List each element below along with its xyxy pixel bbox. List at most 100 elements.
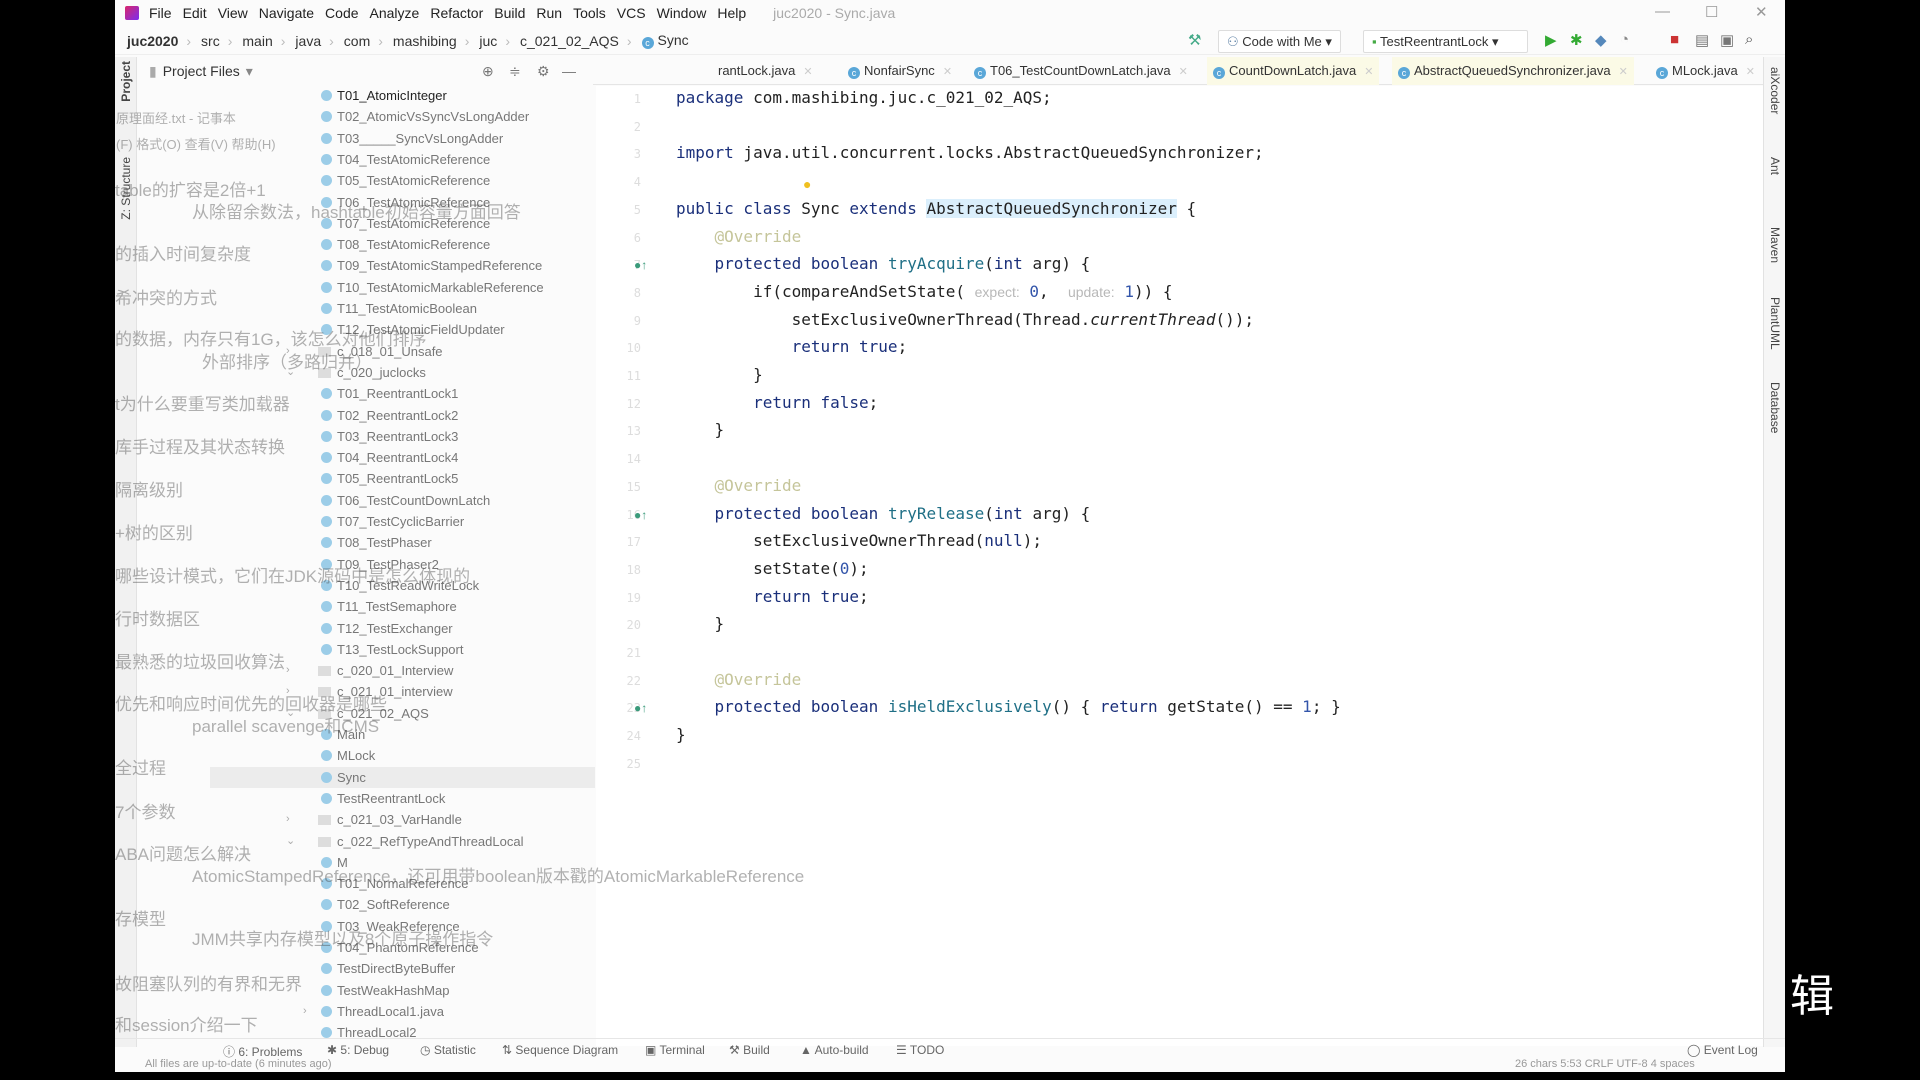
menu-code[interactable]: Code	[325, 5, 358, 21]
tab-rantlock-java[interactable]: rantLock.java ✕	[712, 57, 819, 85]
chevron-right-icon[interactable]: ›	[286, 341, 290, 362]
project-view-select[interactable]: Project Files	[163, 63, 240, 79]
profile-icon[interactable]: ◔	[1620, 31, 1629, 48]
tool-5-debug[interactable]: ✱ 5: Debug	[327, 1043, 389, 1057]
chevron-right-icon[interactable]: ›	[286, 809, 290, 830]
settings-gear-icon[interactable]: ⚙	[537, 63, 550, 80]
chevron-down-icon[interactable]: ⌄	[286, 362, 295, 383]
code-line[interactable]: setExclusiveOwnerThread(Thread.currentTh…	[676, 310, 1254, 329]
coverage-icon[interactable]: ◆	[1595, 31, 1607, 49]
tool-tab-maven[interactable]: Maven	[1768, 227, 1782, 263]
code-line[interactable]: }	[676, 614, 725, 633]
breadcrumb-item[interactable]: c_021_02_AQS	[520, 33, 619, 49]
tab-t06-testcountdownlatch-java[interactable]: c T06_TestCountDownLatch.java ✕	[968, 57, 1194, 85]
code-line[interactable]: import java.util.concurrent.locks.Abstra…	[676, 143, 1264, 162]
code-line[interactable]: protected boolean isHeldExclusively() { …	[676, 697, 1341, 716]
code-line[interactable]: public class Sync extends AbstractQueued…	[676, 198, 1196, 218]
maximize-icon[interactable]: ☐	[1705, 3, 1718, 21]
override-marker-icon[interactable]: ●↑	[634, 701, 647, 715]
menu-tools[interactable]: Tools	[573, 5, 606, 21]
code-line[interactable]: }	[676, 365, 763, 384]
tool-tab-aixcoder[interactable]: aiXcoder	[1768, 67, 1782, 114]
tool-todo[interactable]: ☰ TODO	[896, 1043, 944, 1057]
tab-close-icon[interactable]: ✕	[1619, 66, 1628, 78]
tool-statistic[interactable]: ◷ Statistic	[420, 1043, 476, 1057]
override-marker-icon[interactable]: ●↑	[634, 508, 647, 522]
stop-icon[interactable]: ■	[1670, 31, 1679, 48]
breadcrumb-item[interactable]: juc	[479, 33, 497, 49]
code-line[interactable]: }	[676, 725, 686, 744]
menu-edit[interactable]: Edit	[183, 5, 207, 21]
chevron-right-icon[interactable]: ›	[286, 681, 290, 702]
run-icon[interactable]: ▶	[1545, 31, 1557, 49]
tool-tab-plantuml[interactable]: PlantUML	[1768, 297, 1782, 350]
menu-run[interactable]: Run	[536, 5, 562, 21]
menu-build[interactable]: Build	[494, 5, 525, 21]
code-line[interactable]: @Override	[676, 476, 802, 495]
menu-vcs[interactable]: VCS	[617, 5, 646, 21]
tab-abstractqueuedsynchronizer-java[interactable]: c AbstractQueuedSynchronizer.java ✕	[1392, 57, 1634, 85]
menu-window[interactable]: Window	[657, 5, 707, 21]
menu-navigate[interactable]: Navigate	[259, 5, 314, 21]
code-line[interactable]: protected boolean tryRelease(int arg) {	[676, 504, 1091, 523]
code-line[interactable]: @Override	[676, 227, 802, 246]
breadcrumb-item[interactable]: mashibing	[393, 33, 457, 49]
lightbulb-icon[interactable]: ●	[803, 176, 811, 192]
run-config-select[interactable]: ▪ TestReentrantLock ▾	[1363, 30, 1528, 53]
code-line[interactable]: package com.mashibing.juc.c_021_02_AQS;	[676, 88, 1052, 107]
tool-terminal[interactable]: ▣ Terminal	[645, 1043, 705, 1057]
tree-item[interactable]: Sync	[210, 766, 595, 788]
project-structure-icon[interactable]: ▤	[1695, 31, 1709, 49]
breadcrumb-item[interactable]: java	[295, 33, 321, 49]
layout-icon[interactable]: ▣	[1720, 31, 1734, 49]
close-icon[interactable]: ✕	[1755, 3, 1768, 21]
breadcrumb-item[interactable]: juc2020	[127, 33, 178, 49]
minimize-icon[interactable]: —	[1655, 3, 1670, 20]
code-line[interactable]: setState(0);	[676, 559, 869, 578]
chevron-down-icon[interactable]: ⌄	[286, 831, 295, 852]
code-line[interactable]: return false;	[676, 393, 878, 412]
tool-event-log[interactable]: ◯ Event Log	[1687, 1043, 1758, 1057]
tool-auto-build[interactable]: ▲ Auto-build	[800, 1043, 869, 1057]
status-info[interactable]: 26 chars 5:53 CRLF UTF-8 4 spaces	[1515, 1058, 1695, 1070]
tab-close-icon[interactable]: ✕	[1746, 66, 1755, 78]
code-with-me-button[interactable]: ⚇ Code with Me ▾	[1218, 30, 1341, 53]
menu-file[interactable]: File	[149, 5, 172, 21]
override-marker-icon[interactable]: ●↑	[634, 258, 647, 272]
tab-close-icon[interactable]: ✕	[1364, 66, 1373, 78]
menu-refactor[interactable]: Refactor	[430, 5, 483, 21]
code-line[interactable]: setExclusiveOwnerThread(null);	[676, 531, 1042, 550]
tab-close-icon[interactable]: ✕	[803, 66, 812, 78]
code-editor[interactable]: ● ✓ ➚ 1package com.mashibing.juc.c_021_0…	[596, 86, 1785, 1046]
build-hammer-icon[interactable]: ⚒	[1188, 31, 1201, 49]
code-line[interactable]: if(compareAndSetState( expect: 0, update…	[676, 282, 1172, 301]
tab-countdownlatch-java[interactable]: c CountDownLatch.java ✕	[1207, 57, 1380, 85]
breadcrumb-item[interactable]: com	[344, 33, 370, 49]
chevron-right-icon[interactable]: ›	[303, 1001, 307, 1022]
code-line[interactable]: return true;	[676, 337, 908, 356]
code-line[interactable]: @Override	[676, 670, 802, 689]
code-line[interactable]: }	[676, 420, 725, 439]
breadcrumb-item[interactable]: main	[242, 33, 272, 49]
tool-tab-database[interactable]: Database	[1768, 382, 1782, 433]
debug-icon[interactable]: ✱	[1570, 31, 1583, 49]
breadcrumb-item[interactable]: c Sync	[641, 32, 689, 49]
tool-build[interactable]: ⚒ Build	[729, 1043, 770, 1057]
chevron-right-icon[interactable]: ›	[286, 660, 290, 681]
tab-close-icon[interactable]: ✕	[943, 66, 952, 78]
collapse-all-icon[interactable]: ≑	[509, 63, 521, 80]
tab-nonfairsync[interactable]: c NonfairSync ✕	[842, 57, 958, 85]
hide-panel-icon[interactable]: —	[562, 63, 576, 79]
tab-mlock-java[interactable]: c MLock.java ✕	[1650, 57, 1761, 85]
search-icon[interactable]: ⌕	[1745, 31, 1753, 48]
tool-tab-ant[interactable]: Ant	[1768, 157, 1782, 175]
menu-view[interactable]: View	[218, 5, 248, 21]
tool-sequence-diagram[interactable]: ⇅ Sequence Diagram	[502, 1043, 618, 1057]
code-line[interactable]: protected boolean tryAcquire(int arg) {	[676, 254, 1091, 273]
tab-close-icon[interactable]: ✕	[1179, 66, 1188, 78]
menu-analyze[interactable]: Analyze	[370, 5, 420, 21]
chevron-down-icon[interactable]: ⌄	[286, 703, 295, 724]
code-line[interactable]: return true;	[676, 587, 869, 606]
menu-help[interactable]: Help	[717, 5, 746, 21]
locate-icon[interactable]: ⊕	[482, 63, 494, 80]
